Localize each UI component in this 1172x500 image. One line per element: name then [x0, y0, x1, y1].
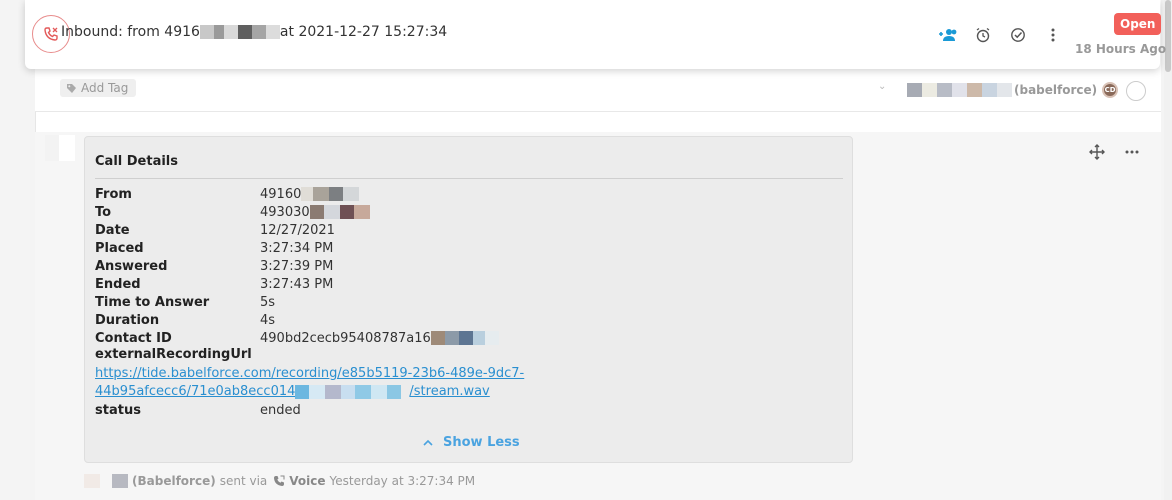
title-prefix: Inbound: from 4916 — [61, 24, 200, 40]
title-suffix: at 2021-12-27 15:27:34 — [279, 24, 448, 40]
redacted-name — [937, 83, 952, 97]
detail-label: From — [95, 186, 132, 202]
detail-row-date: Date 12/27/2021 — [95, 221, 499, 239]
card-title: Call Details — [95, 154, 178, 169]
redacted-name — [967, 83, 982, 97]
detail-row-time-to-answer: Time to Answer 5s — [95, 293, 499, 311]
detail-row-contact-id: Contact ID 490bd2cecb95408787a16 — [95, 329, 499, 347]
detail-row-ended: Ended 3:27:43 PM — [95, 275, 499, 293]
show-less-label: Show Less — [443, 435, 520, 450]
detail-label: Ended — [95, 276, 141, 292]
resolve-check-icon[interactable] — [1000, 25, 1035, 45]
show-less-button[interactable]: Show Less — [423, 435, 520, 450]
sent-via-label: sent via — [219, 474, 268, 488]
redacted-name — [84, 474, 100, 488]
detail-label: status — [95, 402, 141, 418]
detail-row-to: To 493030 — [95, 203, 499, 221]
redacted-number — [265, 25, 280, 39]
detail-value: 3:27:39 PM — [260, 258, 334, 274]
detail-value: 49160 — [260, 187, 360, 202]
recording-url-label: externalRecordingUrl — [95, 347, 252, 362]
header-actions — [930, 25, 1070, 45]
redacted-name — [907, 83, 922, 97]
redacted-number — [251, 25, 266, 39]
sender-avatar — [45, 135, 75, 161]
scrollbar-track[interactable] — [1164, 0, 1172, 500]
redacted-number — [223, 25, 238, 39]
status-badge[interactable]: Open — [1114, 13, 1162, 35]
scrollbar-thumb[interactable] — [1165, 0, 1171, 72]
left-gutter — [0, 0, 35, 500]
snooze-clock-icon[interactable] — [965, 25, 1000, 45]
detail-value: ended — [260, 402, 301, 418]
redacted-number — [237, 25, 252, 39]
conversation-header: Inbound: from 4916 at 2021-12-27 15:27:3… — [25, 0, 1166, 69]
conversation-age: 18 Hours Ago — [1075, 42, 1167, 56]
recording-url-link[interactable]: https://tide.babelforce.com/recording/e8… — [95, 365, 555, 401]
recording-url-line: 44b95afcecc6/71e0ab8ecc014 /stream.wav — [95, 384, 490, 399]
detail-row-placed: Placed 3:27:34 PM — [95, 239, 499, 257]
detail-label: Placed — [95, 240, 144, 256]
detail-rows: From 49160 To 493030 Date 12/27/2021 Pla… — [95, 185, 499, 347]
detail-row-duration: Duration 4s — [95, 311, 499, 329]
add-tag-label: Add Tag — [81, 81, 129, 95]
redacted-name — [982, 83, 997, 97]
conversation-title: Inbound: from 4916 at 2021-12-27 15:27:3… — [61, 24, 447, 40]
detail-label: Answered — [95, 258, 168, 274]
chevron-down-icon[interactable]: ⌄ — [878, 81, 886, 92]
detail-row-answered: Answered 3:27:39 PM — [95, 257, 499, 275]
tag-icon — [67, 83, 76, 93]
channel-label: Voice — [289, 474, 326, 488]
redacted-name — [997, 83, 1012, 97]
chevron-up-icon — [423, 439, 433, 446]
add-tag-button[interactable]: Add Tag — [60, 79, 137, 97]
select-circle[interactable] — [1126, 81, 1146, 101]
timestamp: Yesterday at 3:27:34 PM — [329, 474, 476, 488]
redacted-number — [199, 25, 214, 39]
sender-org: (Babelforce) — [132, 474, 216, 488]
detail-row-from: From 49160 — [95, 185, 499, 203]
assignee-org: (babelforce) — [1014, 83, 1098, 97]
assign-users-icon[interactable] — [930, 25, 965, 45]
call-details-card: Call Details From 49160 To 493030 Date 1… — [84, 136, 853, 463]
redacted-name — [952, 83, 967, 97]
redacted-name — [922, 83, 937, 97]
detail-value: 4s — [260, 312, 276, 328]
redacted-name — [100, 474, 112, 488]
avatar: CD — [1102, 82, 1119, 98]
detail-value: 490bd2cecb95408787a16 — [260, 331, 499, 346]
recording-url-line: https://tide.babelforce.com/recording/e8… — [95, 366, 525, 381]
move-icon[interactable] — [1088, 143, 1105, 160]
divider — [95, 178, 843, 179]
detail-label: To — [95, 204, 112, 220]
redacted-name — [112, 474, 128, 488]
detail-value: 5s — [260, 294, 276, 310]
detail-value: 493030 — [260, 205, 370, 220]
detail-label: Date — [95, 222, 130, 238]
detail-row-status: status ended — [95, 401, 301, 419]
message-tools — [1088, 143, 1140, 160]
more-horizontal-icon[interactable] — [1123, 143, 1140, 160]
message-meta: (Babelforce) sent via Voice Yesterday at… — [84, 474, 475, 488]
more-vertical-icon[interactable] — [1035, 25, 1070, 45]
detail-value: 3:27:43 PM — [260, 276, 334, 292]
detail-label: Contact ID — [95, 330, 172, 346]
phone-icon — [274, 475, 285, 486]
detail-value: 3:27:34 PM — [260, 240, 334, 256]
assignee[interactable]: (babelforce) CD — [907, 82, 1119, 98]
detail-label: Duration — [95, 312, 160, 328]
detail-label: Time to Answer — [95, 294, 210, 310]
redacted-number — [213, 25, 224, 39]
tag-bar: Add Tag ⌄ (babelforce) CD — [35, 69, 1161, 112]
detail-value: 12/27/2021 — [260, 222, 335, 238]
